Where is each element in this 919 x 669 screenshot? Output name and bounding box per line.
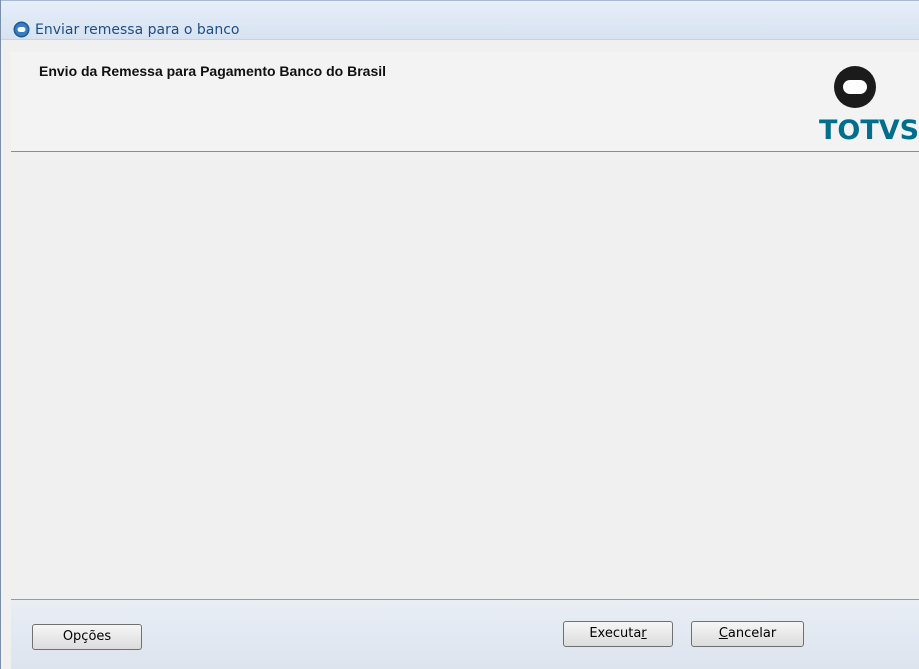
totvs-logo-text: TOTVS (819, 115, 919, 146)
header-panel: Envio da Remessa para Pagamento Banco do… (11, 52, 919, 152)
totvs-logo: TOTVS (815, 60, 919, 150)
window-title: Enviar remessa para o banco (35, 22, 240, 38)
dialog-window: Enviar remessa para o banco Envio da Rem… (0, 0, 919, 669)
page-title: Envio da Remessa para Pagamento Banco do… (39, 63, 387, 79)
execute-button[interactable]: Executar (563, 621, 673, 647)
footer-bar: Opções Executar Cancelar (11, 600, 919, 669)
cancel-label-accelerator: C (718, 626, 728, 641)
execute-label-accelerator: r (641, 626, 647, 641)
options-button[interactable]: Opções (32, 624, 142, 650)
totvs-logo-icon: TOTVS (819, 66, 919, 146)
execute-label-main: Executa (589, 626, 642, 641)
cancel-button[interactable]: Cancelar (691, 621, 804, 647)
cancel-label-main: ancelar (727, 626, 777, 641)
content-area (11, 152, 919, 600)
title-bar[interactable]: Enviar remessa para o banco (1, 0, 919, 40)
totvs-circle-icon (13, 21, 30, 38)
